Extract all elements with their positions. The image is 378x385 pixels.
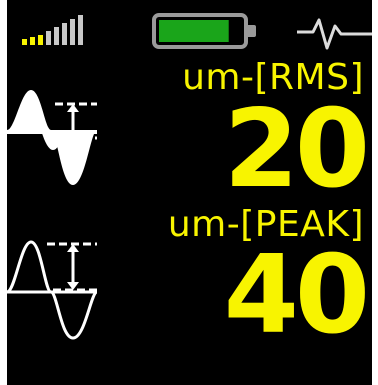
status-bar: [7, 0, 372, 55]
sine-wave-rms-icon: [7, 90, 97, 185]
sine-wave-peak-icon: [7, 240, 97, 340]
battery-fill: [159, 20, 229, 42]
device-screen: um-[RMS] 20 um-[PEAK] 40: [7, 0, 372, 385]
waveform-pulse-icon: [297, 18, 372, 50]
battery-icon: [152, 13, 256, 49]
rms-value: 20: [223, 87, 370, 212]
peak-value: 40: [223, 233, 370, 358]
signal-strength-icon: [22, 15, 83, 45]
